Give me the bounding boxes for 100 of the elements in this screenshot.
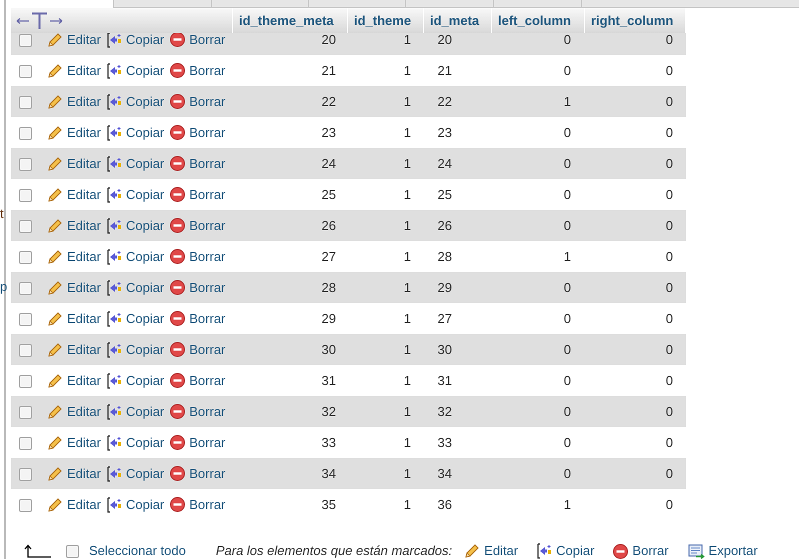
row-action-link[interactable]: Copiar xyxy=(106,92,164,112)
table-cell-text: 1 xyxy=(402,248,412,266)
row-action-link[interactable]: Borrar xyxy=(170,340,226,360)
copy-icon xyxy=(537,543,552,559)
row-action-link[interactable]: Editar xyxy=(47,92,101,112)
checkbox[interactable] xyxy=(66,544,79,558)
row-action-link[interactable]: Copiar xyxy=(106,308,164,328)
checkbox[interactable] xyxy=(19,282,32,295)
row-action-link[interactable]: Editar xyxy=(47,278,101,298)
delete-icon xyxy=(170,218,186,233)
table-cell-text: 25 xyxy=(320,186,337,204)
checkbox[interactable] xyxy=(19,158,32,171)
table-cell-text: 0 xyxy=(664,124,674,142)
checkbox[interactable] xyxy=(19,34,32,47)
column-arrows-icon[interactable] xyxy=(16,12,63,30)
row-action-link[interactable]: Editar xyxy=(47,122,101,142)
table-cell-text: 27 xyxy=(320,248,337,266)
delete-icon xyxy=(170,497,186,512)
select-all-link[interactable]: Seleccionar todo xyxy=(89,541,186,559)
checkbox[interactable] xyxy=(19,96,32,109)
row-action-link[interactable]: Borrar xyxy=(170,184,226,204)
row-action-link[interactable]: Borrar xyxy=(170,92,226,112)
row-action-link[interactable]: Borrar xyxy=(170,464,226,484)
row-action-link[interactable]: Editar xyxy=(47,184,101,204)
row-action-link[interactable]: Borrar xyxy=(170,246,226,266)
table-cell-text: 26 xyxy=(436,216,453,235)
table-cell-text: 34 xyxy=(436,464,453,483)
row-action-link[interactable]: Borrar xyxy=(170,432,226,452)
table-cell-text: 27 xyxy=(436,310,453,328)
row-action-link[interactable]: Borrar xyxy=(170,370,226,390)
row-action-link[interactable]: Borrar xyxy=(170,216,226,236)
row-action-link[interactable]: Copiar xyxy=(106,216,164,236)
bulk-action-link[interactable]: Copiar xyxy=(537,541,594,559)
checkbox[interactable] xyxy=(19,189,32,202)
row-action-link[interactable]: Borrar xyxy=(170,122,226,142)
row-action-link[interactable]: Borrar xyxy=(170,494,226,514)
row-action-link[interactable]: Copiar xyxy=(106,60,164,80)
row-action-link[interactable]: Editar xyxy=(47,154,101,174)
checkbox[interactable] xyxy=(19,468,32,481)
checkbox[interactable] xyxy=(19,437,32,450)
row-action-link[interactable]: Copiar xyxy=(106,340,164,360)
row-action-link[interactable]: Copiar xyxy=(106,184,164,204)
bulk-action-link[interactable]: Borrar xyxy=(613,541,669,559)
row-action-link[interactable]: Editar xyxy=(47,340,101,360)
row-action-link[interactable]: Borrar xyxy=(170,308,226,328)
row-action-link[interactable]: Editar xyxy=(47,308,101,328)
row-action-link[interactable]: Editar xyxy=(47,246,101,266)
checkbox[interactable] xyxy=(19,220,32,233)
table-cell-text: 32 xyxy=(436,402,453,421)
bulk-action-link[interactable]: Exportar xyxy=(688,541,758,559)
row-action-link[interactable]: Editar xyxy=(47,216,101,236)
bulk-action-link[interactable]: Editar xyxy=(464,541,518,559)
copy-icon xyxy=(106,434,122,450)
row-action-link[interactable]: Borrar xyxy=(170,154,226,174)
row-action-link[interactable]: Copiar xyxy=(106,370,164,390)
row-action-link[interactable]: Editar xyxy=(47,60,101,80)
row-action-link[interactable]: Copiar xyxy=(106,494,164,514)
row-action-link[interactable]: Copiar xyxy=(106,154,164,174)
row-action-link[interactable]: Borrar xyxy=(170,60,226,80)
table-cell-text: 28 xyxy=(320,278,337,297)
delete-icon xyxy=(170,342,186,357)
checkbox[interactable] xyxy=(19,499,32,512)
row-action-link[interactable]: Copiar xyxy=(106,278,164,298)
copy-icon xyxy=(106,186,122,202)
table-cell-text: 0 xyxy=(562,186,572,204)
table-cell-text: 0 xyxy=(562,464,572,483)
delete-icon xyxy=(170,32,186,47)
table-cell-text: 20 xyxy=(436,30,453,49)
row-action-link[interactable]: Editar xyxy=(47,370,101,390)
row-action-link[interactable]: Copiar xyxy=(106,30,164,50)
row-action-link[interactable]: Borrar xyxy=(170,30,226,50)
link-fragment[interactable]: p xyxy=(0,280,8,293)
copy-icon xyxy=(106,404,122,420)
table-cell-text: 33 xyxy=(436,434,453,452)
row-action-link[interactable]: Copiar xyxy=(106,246,164,266)
table-cell-text: 1 xyxy=(402,278,412,297)
table-cell-text: 1 xyxy=(402,186,412,204)
table-cell-text: 1 xyxy=(402,216,412,235)
row-action-link[interactable]: Editar xyxy=(47,30,101,50)
table-cell-text: 1 xyxy=(402,62,412,80)
row-action-link[interactable]: Editar xyxy=(47,402,101,422)
checkbox[interactable] xyxy=(19,251,32,264)
row-action-link[interactable]: Copiar xyxy=(106,122,164,142)
table-cell-text: 29 xyxy=(436,278,453,297)
checkbox[interactable] xyxy=(19,406,32,419)
copy-icon xyxy=(106,496,122,512)
row-action-link[interactable]: Editar xyxy=(47,494,101,514)
row-action-link[interactable]: Borrar xyxy=(170,278,226,298)
row-action-link[interactable]: Copiar xyxy=(106,432,164,452)
row-action-link[interactable]: Borrar xyxy=(170,402,226,422)
checkbox[interactable] xyxy=(19,313,32,326)
row-action-link[interactable]: Editar xyxy=(47,432,101,452)
table-cell-text: 0 xyxy=(664,248,674,266)
checkbox[interactable] xyxy=(19,375,32,388)
row-action-link[interactable]: Editar xyxy=(47,464,101,484)
row-action-link[interactable]: Copiar xyxy=(106,464,164,484)
row-action-link[interactable]: Copiar xyxy=(106,402,164,422)
checkbox[interactable] xyxy=(19,65,32,78)
checkbox[interactable] xyxy=(19,127,32,140)
checkbox[interactable] xyxy=(19,344,32,357)
